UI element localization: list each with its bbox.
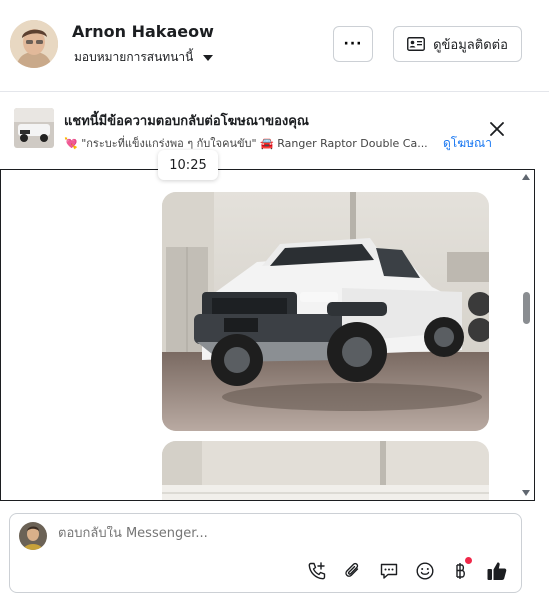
more-options-label: ··· — [343, 36, 363, 52]
payment-baht-icon[interactable] — [450, 557, 472, 582]
assign-label: มอบหมายการสนทนานี้ — [74, 50, 194, 64]
page-avatar — [19, 522, 47, 550]
scroll-down-arrow-icon[interactable] — [522, 490, 530, 496]
contact-card-icon — [407, 37, 426, 51]
contact-name[interactable]: Arnon Hakaeow — [72, 22, 214, 41]
chat-scrollbar[interactable] — [518, 170, 534, 500]
message-photo[interactable] — [162, 192, 489, 431]
view-contact-info-button[interactable]: ดูข้อมูลติดต่อ — [393, 26, 522, 62]
attachment-icon[interactable] — [342, 560, 364, 582]
more-options-button[interactable]: ··· — [333, 26, 373, 62]
saved-replies-icon[interactable] — [378, 560, 400, 582]
close-icon[interactable] — [488, 120, 506, 138]
notification-dot — [465, 557, 472, 564]
message-thread[interactable] — [0, 169, 535, 501]
call-icon[interactable] — [306, 560, 328, 582]
message-photo[interactable] — [162, 441, 489, 500]
composer-toolbar — [306, 557, 508, 582]
scroll-up-arrow-icon[interactable] — [522, 174, 530, 180]
ad-thumbnail[interactable] — [14, 108, 54, 148]
view-contact-info-label: ดูข้อมูลติดต่อ — [433, 37, 508, 53]
scrollbar-thumb[interactable] — [523, 292, 530, 324]
ad-banner-subtitle: 💘 "กระบะที่แข็งแกร่งพอ ๆ กับใจคนขับ" 🚘 R… — [64, 137, 428, 150]
ad-banner-title: แชทนี้มีข้อความตอบกลับต่อโฆษณาของคุณ — [64, 114, 309, 129]
view-ad-link[interactable]: ดูโฆษณา — [443, 134, 492, 153]
conversation-header: Arnon Hakaeow มอบหมายการสนทนานี้ ··· ดูข… — [0, 0, 549, 92]
reply-composer — [9, 513, 522, 593]
chevron-down-icon — [203, 54, 214, 61]
message-input[interactable] — [58, 526, 478, 541]
assign-conversation-dropdown[interactable]: มอบหมายการสนทนานี้ — [74, 48, 214, 67]
message-timestamp: 10:25 — [158, 150, 218, 180]
emoji-icon[interactable] — [414, 560, 436, 582]
ad-reply-banner: แชทนี้มีข้อความตอบกลับต่อโฆษณาของคุณ 💘 "… — [0, 92, 549, 170]
contact-avatar[interactable] — [10, 20, 58, 68]
thumbs-up-icon[interactable] — [486, 560, 508, 582]
